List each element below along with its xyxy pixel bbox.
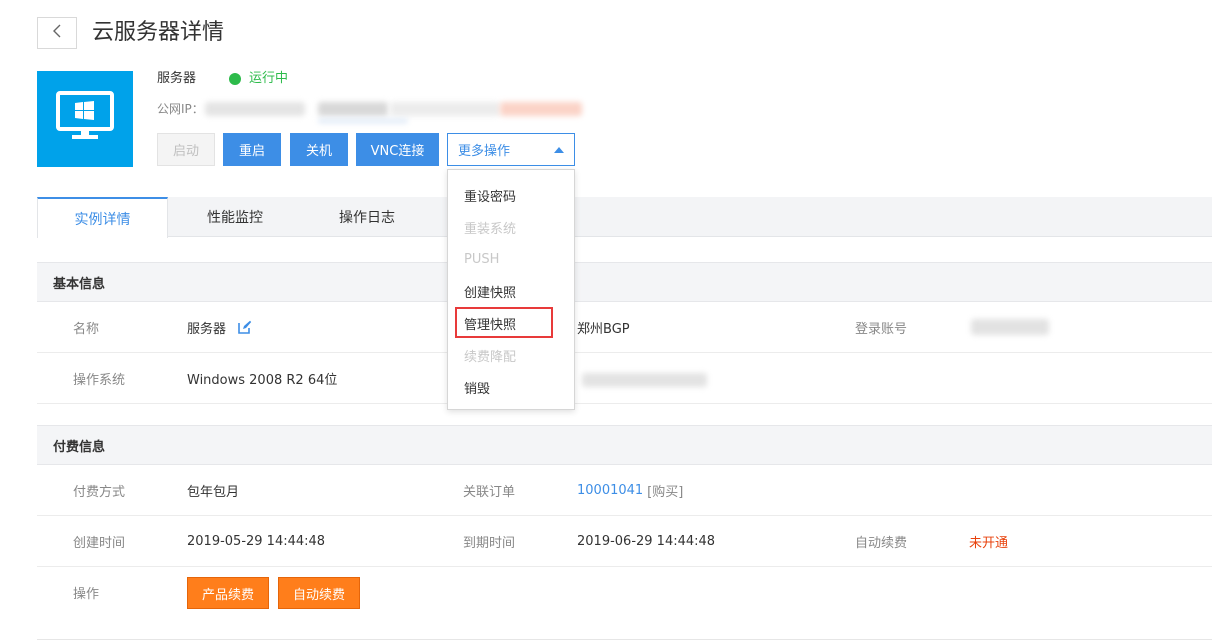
os-value: Windows 2008 R2 64位 — [187, 372, 338, 388]
page-title: 云服务器详情 — [92, 20, 225, 45]
expire-time-label: 到期时间 — [463, 535, 516, 551]
back-button[interactable] — [37, 17, 77, 49]
chevron-left-icon — [52, 24, 62, 42]
redacted-date — [390, 102, 500, 116]
created-time-value: 2019-05-29 14:44:48 — [187, 533, 326, 549]
server-name: 服务器 — [157, 71, 197, 86]
edit-icon[interactable] — [238, 320, 252, 334]
expire-time-value: 2019-06-29 14:44:48 — [577, 533, 716, 549]
name-label: 名称 — [73, 321, 100, 337]
pay-method-value: 包年包月 — [187, 484, 240, 500]
more-actions-label: 更多操作 — [458, 144, 511, 159]
more-actions-menu: 重设密码 重装系统 PUSH 创建快照 管理快照 续费降配 销毁 — [447, 169, 575, 410]
created-time-label: 创建时间 — [73, 535, 126, 551]
redacted-value — [582, 373, 707, 387]
menu-item-renew-downgrade[interactable]: 续费降配 — [448, 339, 574, 371]
order-id-link[interactable]: 10001041 — [577, 483, 643, 498]
table-row: 创建时间 2019-05-29 14:44:48 到期时间 2019-06-29… — [37, 516, 1212, 567]
table-row: 操作系统 Windows 2008 R2 64位 — [37, 353, 1212, 404]
vnc-button[interactable]: VNC连接 — [356, 133, 439, 166]
redacted-underline — [318, 119, 408, 123]
order-cell: 10001041 [购买] — [577, 465, 683, 515]
redacted-login-account — [971, 319, 1049, 335]
menu-item-manage-snapshot[interactable]: 管理快照 — [448, 307, 574, 339]
status-indicator: 运行中 — [229, 70, 288, 88]
menu-item-reset-password[interactable]: 重设密码 — [448, 179, 574, 211]
start-button[interactable]: 启动 — [157, 133, 215, 166]
restart-button[interactable]: 重启 — [223, 133, 281, 166]
windows-monitor-icon — [56, 91, 114, 147]
redacted-ip-2 — [318, 102, 388, 116]
region-value: 郑州BGP — [577, 321, 630, 337]
login-account-label: 登录账号 — [855, 321, 908, 337]
server-tile — [37, 71, 133, 167]
status-dot-icon — [229, 73, 241, 85]
menu-item-reinstall-system[interactable]: 重装系统 — [448, 211, 574, 243]
auto-renew-button[interactable]: 自动续费 — [278, 577, 360, 609]
section-basic-info: 基本信息 — [37, 262, 1212, 302]
order-label: 关联订单 — [463, 484, 516, 500]
divider — [37, 639, 1212, 640]
tab-operation-log[interactable]: 操作日志 — [302, 197, 432, 237]
section-billing-info: 付费信息 — [37, 425, 1212, 465]
auto-renew-label: 自动续费 — [855, 535, 908, 551]
caret-up-icon — [554, 146, 564, 153]
table-row: 付费方式 包年包月 关联订单 10001041 [购买] — [37, 465, 1212, 516]
tab-instance-details[interactable]: 实例详情 — [37, 197, 168, 238]
name-value: 服务器 — [187, 321, 227, 337]
more-actions-dropdown[interactable]: 更多操作 — [447, 133, 575, 166]
tab-performance-monitor[interactable]: 性能监控 — [168, 197, 302, 237]
auto-renew-status: 未开通 — [969, 535, 1009, 551]
status-text: 运行中 — [249, 71, 289, 86]
public-ip-label: 公网IP： — [157, 102, 204, 116]
table-row: 名称 服务器 郑州BGP 登录账号 — [37, 302, 1212, 353]
menu-item-destroy[interactable]: 销毁 — [448, 371, 574, 403]
menu-item-push[interactable]: PUSH — [448, 243, 574, 275]
shutdown-button[interactable]: 关机 — [290, 133, 348, 166]
name-value-cell: 服务器 — [187, 302, 252, 352]
menu-item-create-snapshot[interactable]: 创建快照 — [448, 275, 574, 307]
redacted-ip — [205, 102, 305, 116]
tabs-bar: 实例详情 性能监控 操作日志 — [37, 197, 1212, 238]
order-tag: [购买] — [647, 484, 684, 500]
product-renew-button[interactable]: 产品续费 — [187, 577, 269, 609]
redacted-tag — [500, 102, 582, 116]
os-label: 操作系统 — [73, 372, 126, 388]
pay-method-label: 付费方式 — [73, 484, 126, 500]
operations-label: 操作 — [73, 586, 100, 602]
